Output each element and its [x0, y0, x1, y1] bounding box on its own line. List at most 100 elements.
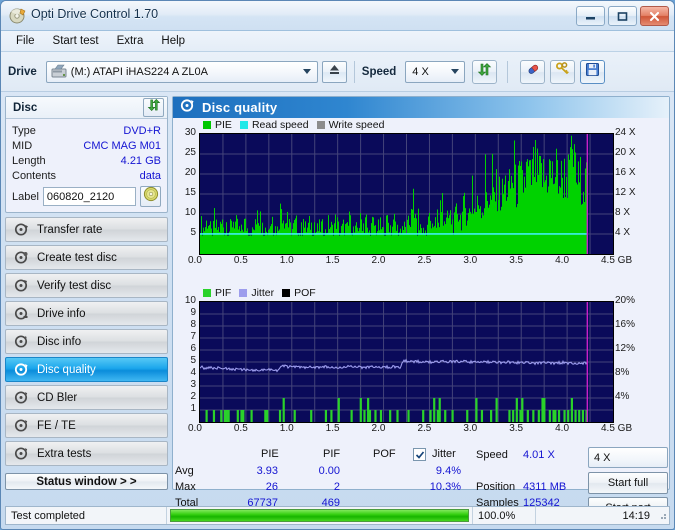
resize-grip[interactable] [655, 510, 669, 522]
pie-chart: PIE Read speed Write speed 5 10 15 20 25 30 4… [173, 118, 669, 274]
sidebar-item-label: Disc quality [37, 363, 96, 376]
start-full-button[interactable]: Start full [588, 472, 668, 494]
pif-x-tick: 4.5 GB [601, 423, 633, 434]
disc-row-key: Contents [12, 169, 57, 182]
pie-y2-tick: 24 X [615, 127, 636, 138]
legend-swatch-pif [203, 289, 211, 297]
pie-x-tick: 3.5 [509, 255, 524, 266]
disc-quality-icon [180, 98, 195, 118]
sidebar-item-disc-quality[interactable]: Disc quality [5, 357, 168, 382]
speed-select[interactable]: 4 X [405, 60, 466, 83]
sidebar-item-create-test-disc[interactable]: Create test disc [5, 245, 168, 270]
stats-row-label-max: Max [175, 481, 196, 493]
sidebar-item-disc-info[interactable]: Disc info [5, 329, 168, 354]
disc-panel: Disc Type DVD+R MID CMC MAG M01 Length 4… [5, 96, 168, 213]
legend-swatch-jitter [239, 289, 248, 297]
menu-extra[interactable]: Extra [108, 33, 153, 49]
pif-x-tick: 1.5 [325, 423, 340, 434]
refresh-button[interactable] [472, 59, 498, 84]
minimize-button[interactable] [576, 6, 605, 26]
pif-y-tick: 9 [190, 307, 196, 318]
jitter-checkbox[interactable] [413, 448, 426, 461]
stats-pif-avg: 0.00 [318, 465, 340, 477]
eject-button[interactable] [321, 60, 347, 83]
pie-x-tick: 2.0 [371, 255, 386, 266]
menu-bar: File Start test Extra Help [1, 31, 674, 52]
toolbar: Drive (M:) ATAPI iHAS224 A ZL0A Speed 4 … [1, 52, 674, 92]
floppy-save-icon [585, 62, 600, 82]
status-bar: Test completed 100.0% 14:19 [5, 506, 670, 525]
sidebar-item-drive-info[interactable]: Drive info [5, 301, 168, 326]
pie-y-tick: 30 [184, 127, 196, 138]
disc-row-key: Length [12, 154, 46, 167]
disc-properties-button[interactable] [140, 186, 161, 207]
pie-y2-tick: 20 X [615, 147, 636, 158]
disc-row-key: MID [12, 139, 33, 152]
pill-button[interactable] [520, 59, 546, 84]
progress-container [166, 507, 473, 524]
chevron-down-icon[interactable] [446, 63, 463, 81]
legend-label-pie: PIE [215, 119, 232, 131]
sidebar-item-label: Extra tests [37, 447, 92, 460]
disc-label-input[interactable]: 060820_2120 [42, 187, 136, 206]
pif-y-tick: 1 [190, 403, 196, 414]
pif-chart-legend: PIF Jitter POF [203, 287, 316, 299]
pie-y2-tick: 4 X [615, 227, 631, 238]
sidebar-item-transfer-rate[interactable]: Transfer rate [5, 217, 168, 242]
status-window-button[interactable]: Status window > > [5, 473, 168, 490]
sidebar-item-cd-bler[interactable]: CD Bler [5, 385, 168, 410]
eject-icon [328, 63, 341, 81]
close-button[interactable] [640, 6, 669, 26]
disc-label-row: Label 060820_2120 [12, 186, 161, 207]
pif-x-tick: 2.0 [371, 423, 386, 434]
drive-info-icon [14, 306, 29, 321]
stats-jitter-avg: 9.4% [435, 465, 461, 477]
chevron-down-icon[interactable] [299, 63, 316, 81]
disc-refresh-button[interactable] [143, 98, 164, 117]
stats-jitter-max: 10.3% [429, 481, 461, 493]
pie-y2-tick: 16 X [615, 167, 636, 178]
pie-y-tick: 5 [190, 227, 196, 238]
pif-x-tick: 3.0 [463, 423, 478, 434]
main-header: Disc quality [173, 97, 669, 118]
stats-row-label-avg: Avg [175, 465, 194, 477]
drive-select[interactable]: (M:) ATAPI iHAS224 A ZL0A [45, 60, 318, 83]
pif-y2-tick: 12% [615, 343, 636, 354]
sidebar-item-label: FE / TE [37, 419, 76, 432]
menu-file[interactable]: File [7, 33, 44, 49]
legend-swatch-write-speed [316, 121, 325, 129]
menu-start-test[interactable]: Start test [44, 33, 108, 49]
menu-help[interactable]: Help [152, 33, 194, 49]
sidebar-item-verify-test-disc[interactable]: Verify test disc [5, 273, 168, 298]
pie-y2-tick: 12 X [615, 187, 636, 198]
pie-y-tick: 25 [184, 147, 196, 158]
speed-label: Speed [361, 65, 397, 78]
elapsed-time: 14:19 [535, 507, 655, 524]
pif-y-tick: 4 [190, 367, 196, 378]
speed-value: 4 X [412, 65, 429, 78]
sidebar-item-label: Verify test disc [37, 279, 112, 292]
pie-plot-area[interactable] [199, 133, 614, 255]
maximize-button[interactable] [608, 6, 637, 26]
save-button[interactable] [580, 59, 606, 84]
pie-x-tick: 4.5 GB [601, 255, 633, 266]
stats-speed-value: 4.01 X [523, 449, 555, 461]
keys-button[interactable] [550, 59, 576, 84]
legend-label-read-speed: Read speed [251, 119, 309, 131]
charts-area: PIE Read speed Write speed 5 10 15 20 25 30 4… [173, 118, 669, 519]
test-speed-select[interactable]: 4 X [588, 447, 668, 468]
pif-plot-area[interactable] [199, 301, 614, 423]
pie-x-tick: 0.5 [233, 255, 248, 266]
sidebar-item-extra-tests[interactable]: Extra tests [5, 441, 168, 466]
sidebar: Disc Type DVD+R MID CMC MAG M01 Length 4… [5, 96, 168, 490]
pif-y2-tick: 4% [615, 391, 630, 402]
sidebar-item-fe-te[interactable]: FE / TE [5, 413, 168, 438]
legend-swatch-pof [282, 289, 291, 297]
stats-header-pie: PIE [261, 448, 279, 460]
disc-row-type: Type DVD+R [12, 123, 161, 138]
window-controls [576, 6, 669, 26]
refresh-icon [147, 98, 161, 117]
pif-x-tick: 0.5 [233, 423, 248, 434]
stats-header-pof: POF [373, 448, 396, 460]
disc-info-icon [14, 334, 29, 349]
